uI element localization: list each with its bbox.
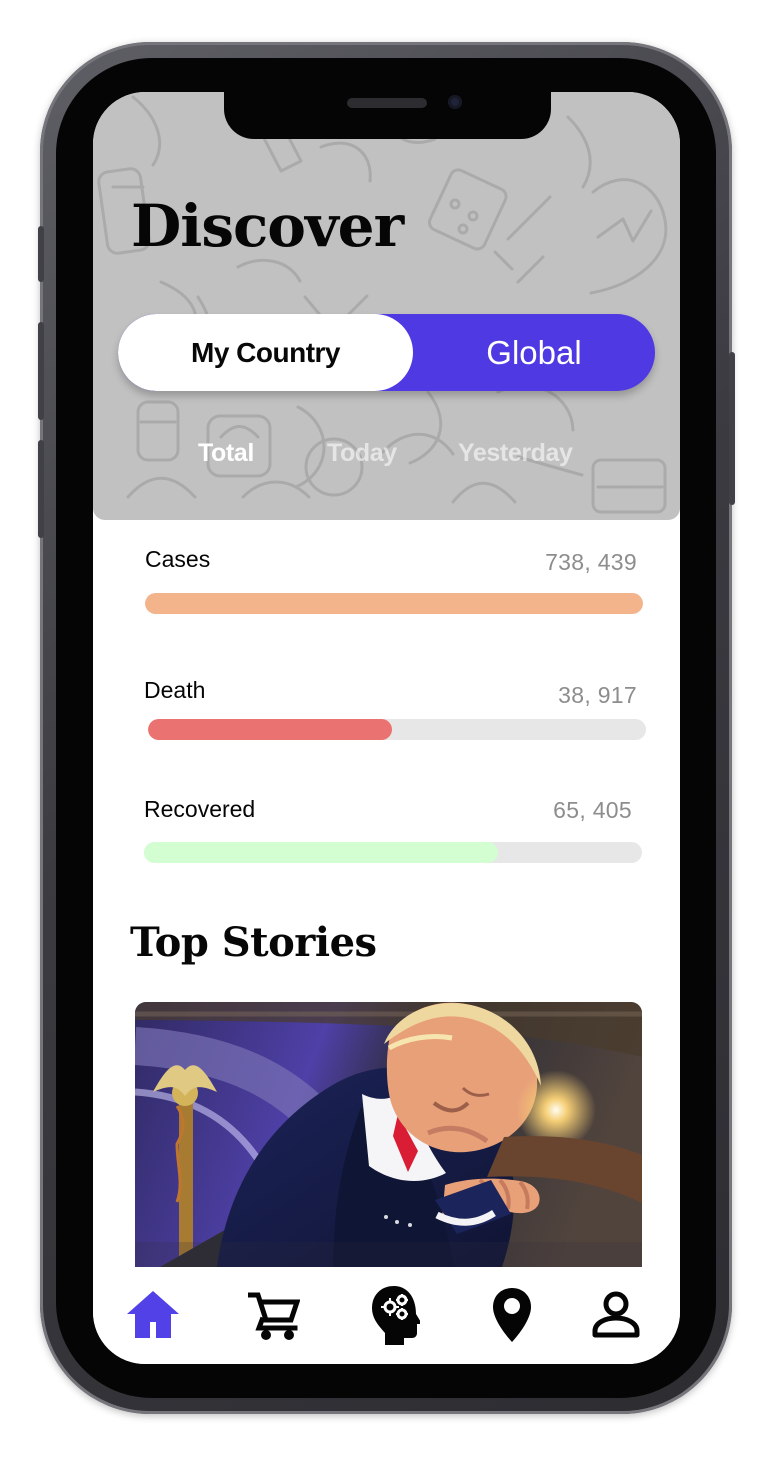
nav-home[interactable]: [123, 1285, 183, 1345]
my-country-segment[interactable]: My Country: [118, 314, 413, 391]
top-story-photo: [135, 1002, 642, 1267]
nav-profile[interactable]: [586, 1285, 646, 1345]
earpiece-speaker: [347, 98, 427, 108]
tab-today[interactable]: Today: [327, 441, 397, 466]
discover-header: Discover My Country Global Total Today Y…: [93, 92, 680, 520]
cases-label: Cases: [145, 546, 211, 572]
death-progress-track: [148, 719, 646, 740]
front-camera: [448, 95, 462, 109]
bottom-navigation: [93, 1267, 680, 1364]
recovered-value: 65, 405: [553, 797, 632, 823]
tab-yesterday[interactable]: Yesterday: [458, 441, 573, 466]
cases-value: 738, 439: [545, 549, 637, 575]
cases-progress-fill: [145, 593, 643, 614]
recovered-progress-track: [144, 842, 642, 863]
nav-cart[interactable]: [244, 1285, 304, 1345]
profile-icon: [592, 1291, 640, 1338]
recovered-progress-fill: [144, 842, 498, 863]
recovered-label: Recovered: [144, 796, 256, 822]
cases-progress-track: [145, 593, 643, 614]
side-button-left-middle: [38, 322, 44, 420]
side-button-left-bottom: [38, 440, 44, 538]
nav-mental-health[interactable]: [366, 1285, 426, 1345]
top-story-image[interactable]: [135, 1002, 642, 1267]
mental-health-icon: [372, 1286, 420, 1345]
home-icon: [127, 1291, 179, 1338]
camera-notch: [224, 92, 551, 139]
region-segmented-control[interactable]: My Country Global: [118, 314, 655, 391]
nav-location[interactable]: [482, 1285, 542, 1345]
side-button-left-top: [38, 226, 44, 282]
location-icon: [493, 1288, 531, 1342]
death-progress-fill: [148, 719, 393, 740]
page-title: Discover: [131, 192, 404, 260]
tab-total[interactable]: Total: [198, 441, 254, 466]
global-segment[interactable]: Global: [413, 314, 655, 391]
death-value: 38, 917: [558, 682, 637, 708]
cart-icon: [248, 1292, 300, 1340]
side-button-right: [729, 352, 735, 505]
app-screen: Discover My Country Global Total Today Y…: [93, 92, 680, 1364]
top-stories-title: Top Stories: [130, 919, 377, 966]
death-label: Death: [144, 677, 206, 703]
